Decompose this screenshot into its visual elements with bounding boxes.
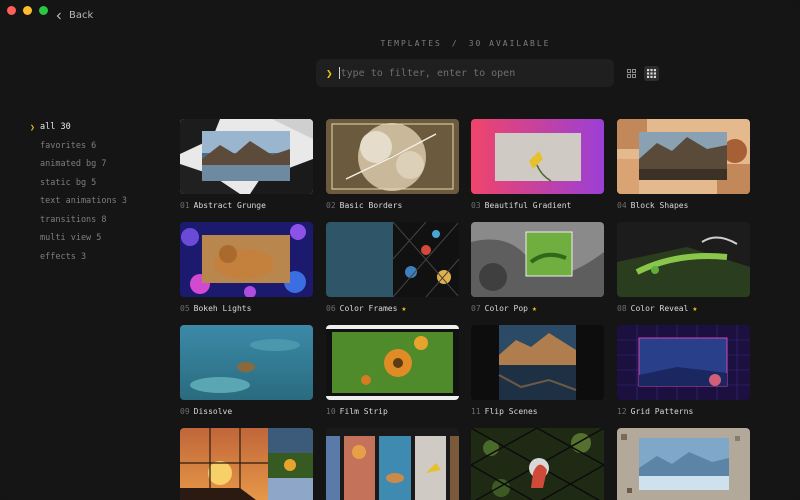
template-thumbnail: [180, 222, 313, 297]
heading-count: 30 AVAILABLE: [468, 39, 551, 48]
template-title: Abstract Grunge: [193, 201, 266, 210]
template-number: 04: [617, 201, 627, 210]
template-card-film-strip[interactable]: 10 Film Strip: [326, 325, 459, 416]
template-card-16[interactable]: [617, 428, 750, 500]
template-number: 09: [180, 407, 190, 416]
template-card-abstract-grunge[interactable]: 01 Abstract Grunge: [180, 119, 313, 210]
dense-grid-icon: [647, 69, 656, 78]
template-title: Bokeh Lights: [193, 304, 252, 313]
template-thumbnail: [617, 119, 750, 194]
template-card-grid-patterns[interactable]: 12 Grid Patterns: [617, 325, 750, 416]
zoom-window-button[interactable]: [39, 6, 48, 15]
close-window-button[interactable]: [7, 6, 16, 15]
template-thumbnail: [180, 325, 313, 400]
template-number: 08: [617, 304, 627, 313]
template-thumbnail: [326, 119, 459, 194]
template-thumbnail: [617, 428, 750, 500]
template-title: Color Reveal: [630, 304, 689, 313]
sidebar-item-effects[interactable]: effects 3: [30, 248, 170, 267]
sidebar-item-label: effects 3: [40, 251, 87, 262]
template-number: 10: [326, 407, 336, 416]
heading-section: TEMPLATES: [380, 39, 442, 48]
page-heading: TEMPLATES / 30 AVAILABLE: [0, 39, 800, 48]
template-title: Color Pop: [484, 304, 528, 313]
favorite-star-icon[interactable]: ★: [401, 304, 406, 313]
grid-view-button[interactable]: [624, 66, 639, 81]
template-number: 11: [471, 407, 481, 416]
template-card-15[interactable]: [471, 428, 604, 500]
template-title: Block Shapes: [630, 201, 689, 210]
template-number: 05: [180, 304, 190, 313]
sidebar-item-label: all 30: [40, 122, 71, 133]
chevron-left-icon: [56, 12, 61, 19]
template-title: Color Frames: [339, 304, 398, 313]
template-title: Film Strip: [339, 407, 388, 416]
template-number: 12: [617, 407, 627, 416]
sidebar-item-multi-view[interactable]: multi view 5: [30, 229, 170, 248]
template-card-beautiful-gradient[interactable]: 03 Beautiful Gradient: [471, 119, 604, 210]
template-card-13[interactable]: [180, 428, 313, 500]
sidebar-item-transitions[interactable]: transitions 8: [30, 211, 170, 230]
template-thumbnail: [326, 325, 459, 400]
template-number: 06: [326, 304, 336, 313]
dense-grid-view-button[interactable]: [644, 66, 659, 81]
template-card-flip-scenes[interactable]: 11 Flip Scenes: [471, 325, 604, 416]
text-caret: [338, 67, 340, 79]
template-thumbnail: [180, 119, 313, 194]
template-thumbnail: [471, 222, 604, 297]
template-card-color-reveal[interactable]: 08 Color Reveal ★: [617, 222, 750, 313]
active-chevron-icon: ❯: [30, 122, 35, 132]
heading-separator: /: [451, 39, 459, 48]
sidebar-item-label: animated bg 7: [40, 159, 107, 170]
grid-icon: [627, 69, 636, 78]
template-title: Grid Patterns: [630, 407, 694, 416]
window-controls: [7, 6, 48, 15]
template-card-color-pop[interactable]: 07 Color Pop ★: [471, 222, 604, 313]
back-label: Back: [69, 10, 94, 21]
sidebar-item-favorites[interactable]: favorites 6: [30, 137, 170, 156]
sidebar-item-static-bg[interactable]: static bg 5: [30, 174, 170, 193]
sidebar-item-all[interactable]: ❯ all 30: [30, 118, 170, 137]
template-thumbnail: [471, 119, 604, 194]
template-title: Flip Scenes: [484, 407, 538, 416]
search-input[interactable]: [340, 67, 591, 79]
template-thumbnail: [471, 325, 604, 400]
sidebar-item-label: text animations 3: [40, 196, 127, 207]
template-card-block-shapes[interactable]: 04 Block Shapes: [617, 119, 750, 210]
favorite-star-icon[interactable]: ★: [532, 304, 537, 313]
sidebar-item-label: favorites 6: [40, 140, 97, 151]
app-window: Back TEMPLATES / 30 AVAILABLE ❯ ❯ all 30 fa…: [0, 0, 800, 500]
template-thumbnail: [617, 222, 750, 297]
sidebar-item-label: multi view 5: [40, 233, 102, 244]
template-thumbnail: [471, 428, 604, 500]
back-button[interactable]: Back: [55, 10, 93, 21]
template-number: 02: [326, 201, 336, 210]
template-number: 01: [180, 201, 190, 210]
search-bar[interactable]: ❯: [316, 59, 614, 87]
template-card-dissolve[interactable]: 09 Dissolve: [180, 325, 313, 416]
prompt-chevron-icon: ❯: [326, 66, 333, 80]
sidebar-item-label: static bg 5: [40, 177, 97, 188]
template-number: 07: [471, 304, 481, 313]
template-title: Beautiful Gradient: [484, 201, 572, 210]
template-title: Dissolve: [193, 407, 233, 416]
template-card-basic-borders[interactable]: 02 Basic Borders: [326, 119, 459, 210]
template-thumbnail: [326, 428, 459, 500]
template-thumbnail: [180, 428, 313, 500]
template-number: 03: [471, 201, 481, 210]
sidebar-item-animated-bg[interactable]: animated bg 7: [30, 155, 170, 174]
favorite-star-icon[interactable]: ★: [692, 304, 697, 313]
category-sidebar: ❯ all 30 favorites 6 animated bg 7 static…: [30, 118, 170, 266]
template-card-bokeh-lights[interactable]: 05 Bokeh Lights: [180, 222, 313, 313]
template-title: Basic Borders: [339, 201, 403, 210]
template-card-14[interactable]: [326, 428, 459, 500]
template-thumbnail: [617, 325, 750, 400]
minimize-window-button[interactable]: [23, 6, 32, 15]
template-card-color-frames[interactable]: 06 Color Frames ★: [326, 222, 459, 313]
sidebar-item-text-animations[interactable]: text animations 3: [30, 192, 170, 211]
template-thumbnail: [326, 222, 459, 297]
sidebar-item-label: transitions 8: [40, 214, 107, 225]
